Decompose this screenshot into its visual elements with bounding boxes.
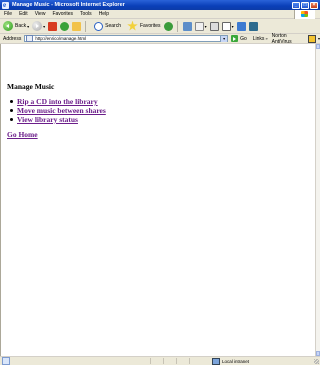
- menu-file[interactable]: File: [4, 11, 12, 17]
- menu-help[interactable]: Help: [99, 11, 109, 17]
- home-icon[interactable]: [72, 21, 82, 31]
- mail-icon[interactable]: [194, 21, 204, 31]
- research-icon[interactable]: [248, 21, 258, 31]
- address-url[interactable]: http://enrico/manage.html: [35, 36, 220, 41]
- toolbar-separator: [176, 20, 178, 32]
- favorites-label: Favorites: [140, 23, 161, 29]
- go-home-link[interactable]: Go Home: [7, 130, 38, 139]
- page-icon: [26, 35, 34, 42]
- address-input[interactable]: http://enrico/manage.html ▾: [24, 35, 229, 42]
- window-controls: _ □ ×: [292, 1, 318, 9]
- page-heading: Manage Music: [7, 82, 55, 91]
- library-status-link[interactable]: View library status: [17, 115, 78, 124]
- messenger-icon[interactable]: [236, 21, 246, 31]
- forward-button[interactable]: ▾: [32, 21, 45, 31]
- music-actions-list: Rip a CD into the library Move music bet…: [10, 97, 106, 124]
- status-pane: [150, 358, 163, 364]
- links-chevron-icon[interactable]: »: [265, 36, 267, 41]
- status-pane: [189, 358, 202, 364]
- search-label: Search: [105, 23, 121, 29]
- bullet-icon: [10, 100, 13, 103]
- back-label: Back: [15, 23, 27, 29]
- menu-tools[interactable]: Tools: [80, 11, 92, 17]
- maximize-button[interactable]: □: [301, 1, 309, 9]
- window-title: Manage Music - Microsoft Internet Explor…: [12, 2, 125, 8]
- print-icon[interactable]: [209, 21, 219, 31]
- menu-view[interactable]: View: [35, 11, 46, 17]
- bullet-icon: [10, 109, 13, 112]
- forward-dropdown-icon[interactable]: ▾: [43, 24, 45, 29]
- security-zone: Local intranet: [212, 357, 250, 365]
- status-bar: Local intranet: [0, 356, 320, 365]
- search-button[interactable]: Search: [91, 21, 121, 31]
- media-icon[interactable]: [163, 21, 173, 31]
- close-button[interactable]: ×: [310, 1, 318, 9]
- mail-dropdown-icon[interactable]: ▾: [205, 24, 207, 29]
- page-viewport: Manage Music Rip a CD into the library M…: [0, 44, 315, 356]
- address-label: Address: [3, 35, 22, 42]
- favorites-button[interactable]: Favorites: [124, 20, 161, 32]
- ie-icon: [2, 1, 9, 9]
- edit-dropdown-icon[interactable]: ▾: [232, 24, 234, 29]
- status-page-icon: [2, 357, 10, 365]
- scroll-up-icon[interactable]: [316, 44, 320, 49]
- resize-grip-icon[interactable]: [314, 359, 319, 364]
- rip-cd-link[interactable]: Rip a CD into the library: [17, 97, 98, 106]
- title-bar: Manage Music - Microsoft Internet Explor…: [0, 0, 320, 10]
- history-icon[interactable]: [182, 21, 192, 31]
- intranet-icon: [212, 357, 220, 365]
- bullet-icon: [10, 118, 13, 121]
- status-pane: [176, 358, 189, 364]
- back-dropdown-icon[interactable]: ▾: [27, 24, 29, 29]
- vertical-scrollbar[interactable]: [315, 44, 320, 356]
- go-arrow-icon: [231, 35, 239, 42]
- back-arrow-icon: [3, 21, 13, 31]
- status-pane: [163, 358, 176, 364]
- menu-bar: File Edit View Favorites Tools Help: [0, 10, 320, 19]
- toolbar-separator: [85, 20, 87, 32]
- list-item: View library status: [10, 115, 106, 124]
- edit-icon[interactable]: [221, 21, 231, 31]
- refresh-icon[interactable]: [60, 21, 70, 31]
- zone-label: Local intranet: [222, 358, 250, 364]
- list-item: Move music between shares: [10, 106, 106, 115]
- search-icon: [94, 21, 104, 31]
- go-label: Go: [240, 35, 247, 42]
- menu-edit[interactable]: Edit: [19, 11, 28, 17]
- favorites-star-icon: [127, 20, 138, 31]
- go-button[interactable]: Go: [231, 35, 247, 42]
- menu-favorites[interactable]: Favorites: [52, 11, 73, 17]
- status-panes: [150, 358, 202, 364]
- windows-logo-icon: [294, 10, 315, 19]
- address-dropdown-icon[interactable]: ▾: [220, 35, 228, 42]
- address-bar: Address http://enrico/manage.html ▾ Go L…: [0, 33, 320, 45]
- back-button[interactable]: Back ▾: [3, 21, 29, 31]
- move-music-link[interactable]: Move music between shares: [17, 106, 106, 115]
- norton-antivirus-button[interactable]: Norton AntiVirus ▾: [272, 33, 320, 45]
- links-button[interactable]: Links: [253, 36, 265, 42]
- forward-arrow-icon: [32, 21, 43, 31]
- minimize-button[interactable]: _: [292, 1, 300, 9]
- stop-icon[interactable]: [48, 21, 58, 31]
- list-item: Rip a CD into the library: [10, 97, 106, 106]
- norton-shield-icon: [308, 34, 316, 43]
- norton-label: Norton AntiVirus: [271, 32, 292, 45]
